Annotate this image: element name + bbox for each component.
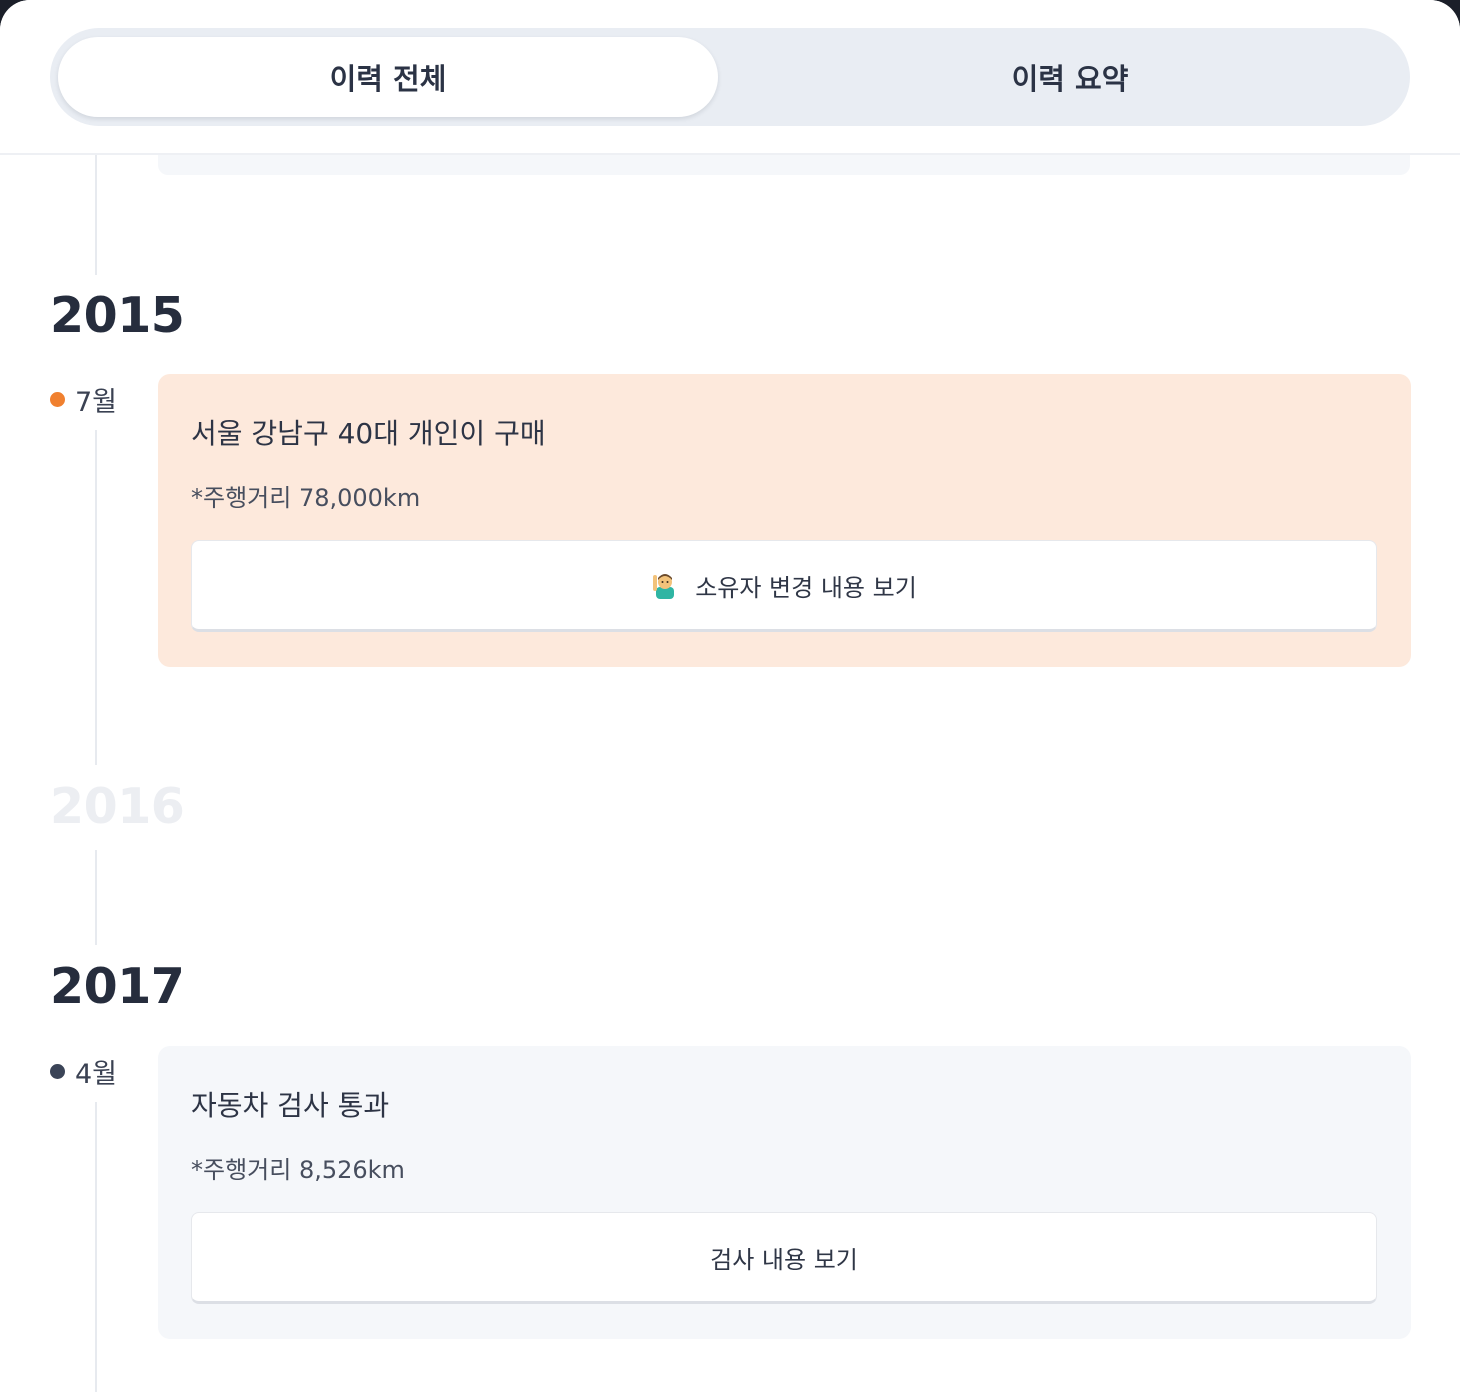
card-mileage: *주행거리 78,000km xyxy=(191,484,421,512)
button-label: 소유자 변경 내용 보기 xyxy=(695,573,917,602)
tab-bar: 이력 전체 이력 요약 xyxy=(0,0,1460,155)
timeline-line xyxy=(95,155,97,275)
tab-summary[interactable]: 이력 요약 xyxy=(730,28,1410,126)
history-page: 2015 7월 서울 강남구 40대 개인이 구매 *주행거리 78,000km… xyxy=(0,0,1460,1392)
person-raising-hand-icon xyxy=(651,571,679,599)
segmented-control: 이력 전체 이력 요약 xyxy=(50,28,1410,126)
month-text: 4월 xyxy=(75,1059,118,1090)
history-card-ownership: 서울 강남구 40대 개인이 구매 *주행거리 78,000km 소유자 변경 … xyxy=(158,374,1411,667)
year-heading-2016: 2016 xyxy=(50,778,185,835)
timeline-dot xyxy=(50,1064,65,1079)
year-heading-2015: 2015 xyxy=(50,287,185,344)
previous-card-edge xyxy=(158,155,1410,175)
card-mileage: *주행거리 8,526km xyxy=(191,1156,405,1184)
timeline-line xyxy=(95,1102,97,1392)
year-heading-2017: 2017 xyxy=(50,958,185,1015)
month-text: 7월 xyxy=(75,387,118,418)
timeline-line xyxy=(95,850,97,945)
button-label: 검사 내용 보기 xyxy=(710,1245,858,1274)
month-label-april: 4월 xyxy=(50,1052,117,1091)
history-card-inspection: 자동차 검사 통과 *주행거리 8,526km 검사 내용 보기 xyxy=(158,1046,1411,1339)
timeline-line xyxy=(95,430,97,765)
view-inspection-button[interactable]: 검사 내용 보기 xyxy=(191,1212,1377,1304)
card-title: 자동차 검사 통과 xyxy=(191,1089,390,1122)
view-ownership-change-button[interactable]: 소유자 변경 내용 보기 xyxy=(191,540,1377,632)
timeline-dot xyxy=(50,392,65,407)
tab-all-history[interactable]: 이력 전체 xyxy=(58,37,718,117)
month-label-july: 7월 xyxy=(50,380,117,419)
card-title: 서울 강남구 40대 개인이 구매 xyxy=(191,417,546,450)
